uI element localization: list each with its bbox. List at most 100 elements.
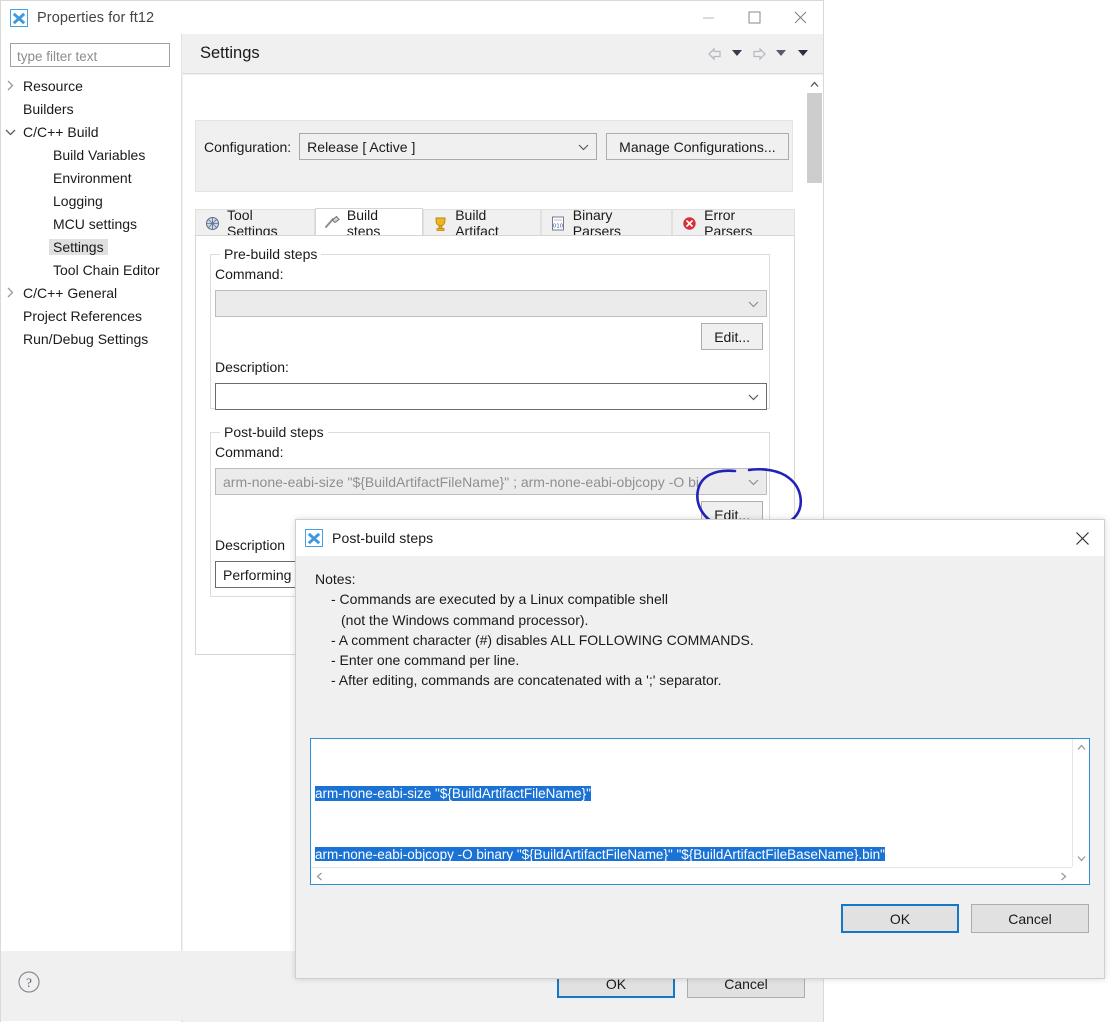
post-description-label: Description bbox=[215, 537, 286, 553]
note-line: - After editing, commands are concatenat… bbox=[331, 672, 722, 689]
scrollbar-thumb[interactable] bbox=[807, 93, 822, 183]
sidebar-item-builders[interactable]: Builders bbox=[1, 97, 182, 120]
manage-configurations-label: Manage Configurations... bbox=[619, 138, 776, 155]
sidebar-item-label: Settings bbox=[49, 238, 108, 255]
dialog-body: Notes: - Commands are executed by a Linu… bbox=[296, 556, 1104, 978]
page-nav-icons bbox=[705, 43, 813, 65]
command-line: arm-none-eabi-size "${BuildArtifactFileN… bbox=[315, 785, 591, 801]
configuration-row: Configuration: Release [ Active ] Manage… bbox=[204, 133, 789, 160]
pre-edit-label: Edit... bbox=[714, 328, 750, 345]
dialog-close-button[interactable] bbox=[1060, 520, 1104, 556]
sidebar-item-cpp-build[interactable]: C/C++ Build bbox=[1, 120, 182, 143]
tab-build-steps[interactable]: Build steps bbox=[314, 206, 424, 239]
configuration-label: Configuration: bbox=[204, 138, 292, 155]
window-title: Properties for ft12 bbox=[37, 9, 155, 26]
forward-arrow-icon[interactable] bbox=[749, 43, 769, 65]
back-dropdown-icon[interactable] bbox=[727, 43, 747, 65]
sidebar-item-cpp-general[interactable]: C/C++ General bbox=[1, 281, 182, 304]
sidebar-item-label: Logging bbox=[53, 192, 103, 209]
back-arrow-icon[interactable] bbox=[705, 43, 725, 65]
tab-build-artifact[interactable]: Build Artifact bbox=[423, 207, 541, 239]
sidebar-item-label: C/C++ Build bbox=[23, 123, 99, 140]
close-button[interactable] bbox=[777, 1, 823, 34]
post-command-input[interactable]: arm-none-eabi-size "${BuildArtifactFileN… bbox=[215, 468, 767, 495]
sidebar-item-run-debug-settings[interactable]: Run/Debug Settings bbox=[1, 327, 182, 350]
sidebar-item-logging[interactable]: Logging bbox=[1, 189, 182, 212]
sidebar-item-label: MCU settings bbox=[53, 215, 138, 232]
configuration-select[interactable]: Release [ Active ] bbox=[299, 133, 598, 160]
chevron-down-icon bbox=[578, 134, 589, 159]
settings-tabbar: Tool Settings Build steps Build Artifact bbox=[195, 206, 795, 239]
scroll-down-icon[interactable] bbox=[1073, 850, 1090, 867]
pre-build-edit-button[interactable]: Edit... bbox=[701, 323, 763, 350]
sidebar-item-label: Resource bbox=[23, 77, 83, 94]
sidebar-item-label: Builders bbox=[23, 100, 74, 117]
commands-textarea[interactable]: arm-none-eabi-size "${BuildArtifactFileN… bbox=[310, 738, 1090, 885]
eclipse-x-icon bbox=[10, 8, 28, 27]
scroll-left-icon[interactable] bbox=[311, 868, 328, 885]
menu-dropdown-icon[interactable] bbox=[793, 43, 813, 65]
sidebar-item-label: Build Variables bbox=[53, 146, 146, 163]
settings-tree: Resource Builders C/C++ Build Build Vari… bbox=[1, 74, 182, 350]
tool-settings-icon bbox=[204, 215, 221, 232]
scroll-right-icon[interactable] bbox=[1055, 868, 1072, 885]
sidebar-item-environment[interactable]: Environment bbox=[1, 166, 182, 189]
dialog-titlebar: Post-build steps bbox=[296, 520, 1104, 556]
chevron-down-icon[interactable] bbox=[1, 128, 19, 136]
forward-dropdown-icon[interactable] bbox=[771, 43, 791, 65]
help-question-icon[interactable]: ? bbox=[17, 970, 41, 994]
dialog-ok-button[interactable]: OK bbox=[841, 904, 959, 933]
build-steps-icon bbox=[324, 214, 341, 231]
cancel-label: Cancel bbox=[1008, 910, 1052, 927]
tab-label: Build steps bbox=[346, 206, 381, 239]
chevron-right-icon[interactable] bbox=[1, 287, 19, 298]
tab-error-parsers[interactable]: Error Parsers bbox=[672, 207, 795, 239]
note-line: - A comment character (#) disables ALL F… bbox=[331, 631, 754, 648]
filter-placeholder: type filter text bbox=[17, 48, 98, 64]
notes-heading: Notes: bbox=[315, 571, 356, 587]
filter-input[interactable]: type filter text bbox=[10, 43, 170, 67]
sidebar-item-settings[interactable]: Settings bbox=[1, 235, 182, 258]
post-command-label: Command: bbox=[215, 444, 284, 460]
dialog-buttons: OK Cancel bbox=[841, 904, 1089, 933]
scroll-up-icon[interactable] bbox=[805, 75, 823, 93]
chevron-down-icon bbox=[748, 291, 759, 316]
sidebar-item-build-variables[interactable]: Build Variables bbox=[1, 143, 182, 166]
sidebar-item-resource[interactable]: Resource bbox=[1, 74, 182, 97]
tab-binary-parsers[interactable]: 010 Binary Parsers bbox=[540, 207, 673, 239]
note-line: - Commands are executed by a Linux compa… bbox=[331, 591, 668, 608]
maximize-button[interactable] bbox=[731, 1, 777, 34]
dialog-notes: Notes: - Commands are executed by a Linu… bbox=[315, 569, 754, 691]
note-line: - Enter one command per line. bbox=[331, 652, 520, 669]
svg-text:010: 010 bbox=[553, 223, 564, 229]
sidebar-item-label: Tool Chain Editor bbox=[53, 261, 160, 278]
sidebar-item-label: Run/Debug Settings bbox=[23, 330, 149, 347]
sidebar-item-project-references[interactable]: Project References bbox=[1, 304, 182, 327]
sidebar-item-label: Project References bbox=[23, 307, 143, 324]
chevron-down-icon bbox=[748, 384, 759, 409]
pre-description-label: Description: bbox=[215, 359, 289, 375]
dialog-cancel-button[interactable]: Cancel bbox=[971, 904, 1089, 933]
pre-command-input[interactable] bbox=[215, 290, 767, 317]
tab-tool-settings[interactable]: Tool Settings bbox=[195, 207, 315, 239]
dialog-title: Post-build steps bbox=[332, 530, 434, 546]
textarea-vertical-scrollbar[interactable] bbox=[1072, 739, 1089, 867]
pre-command-label: Command: bbox=[215, 266, 284, 282]
scroll-up-icon[interactable] bbox=[1073, 739, 1090, 756]
textarea-horizontal-scrollbar[interactable] bbox=[311, 867, 1072, 884]
minimize-button[interactable] bbox=[685, 1, 731, 34]
configuration-group: Configuration: Release [ Active ] Manage… bbox=[195, 120, 793, 192]
sidebar-item-tool-chain-editor[interactable]: Tool Chain Editor bbox=[1, 258, 182, 281]
sidebar-item-mcu-settings[interactable]: MCU settings bbox=[1, 212, 182, 235]
eclipse-x-icon bbox=[305, 529, 323, 547]
manage-configurations-button[interactable]: Manage Configurations... bbox=[606, 133, 789, 160]
error-parsers-icon bbox=[681, 215, 698, 232]
pre-build-group: Pre-build steps Command: Edit... Descrip… bbox=[210, 246, 770, 410]
properties-sidebar: type filter text Resource Builders C/C++… bbox=[1, 34, 182, 1022]
chevron-right-icon[interactable] bbox=[1, 80, 19, 91]
binary-parsers-icon: 010 bbox=[550, 215, 567, 232]
pre-description-input[interactable] bbox=[215, 383, 767, 410]
pre-build-group-label: Pre-build steps bbox=[220, 246, 322, 262]
post-description-value: Performing bbox=[223, 566, 292, 583]
chevron-down-icon bbox=[748, 469, 759, 494]
